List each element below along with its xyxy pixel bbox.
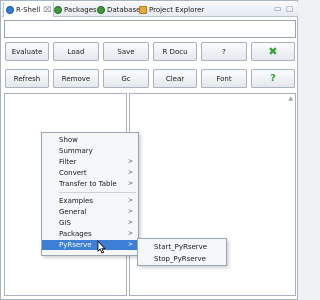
remove-button[interactable]: Remove: [53, 69, 99, 88]
pointer-cursor-icon: [97, 240, 106, 254]
minimize-icon[interactable]: ▭: [274, 5, 282, 13]
font-button[interactable]: Font: [201, 69, 247, 88]
submenu-arrow-icon: >: [127, 180, 133, 187]
refresh-button[interactable]: Refresh: [5, 69, 49, 88]
packages-icon: [54, 5, 62, 14]
menu-item-transfer-to-table[interactable]: Transfer to Table >: [42, 179, 138, 189]
maximize-icon[interactable]: ▢: [286, 5, 294, 13]
gc-button[interactable]: Gc: [103, 69, 149, 88]
r-shell-view: R-Shell ⌧ Packages Database Project Expl…: [0, 0, 298, 300]
r-command-input[interactable]: [4, 20, 296, 38]
menu-separator: [59, 192, 136, 193]
menu-item-summary[interactable]: Summary: [42, 146, 138, 156]
project-explorer-icon: [139, 5, 147, 14]
r-shell-icon: [6, 5, 14, 14]
help-text-button[interactable]: ?: [201, 42, 247, 61]
tab-label: R-Shell: [16, 5, 41, 14]
submenu-arrow-icon: >: [127, 158, 133, 165]
scroll-up-icon[interactable]: ▲: [288, 95, 293, 102]
tab-database[interactable]: Database: [97, 2, 140, 17]
menu-item-filter[interactable]: Filter >: [42, 157, 138, 167]
menu-item-show[interactable]: Show: [42, 135, 138, 145]
menu-item-packages[interactable]: Packages >: [42, 229, 138, 239]
x-icon: ✖: [268, 45, 278, 58]
tab-project-explorer[interactable]: Project Explorer: [139, 2, 204, 17]
clear-button[interactable]: Clear: [153, 69, 197, 88]
tab-label: Packages: [64, 5, 97, 14]
close-icon[interactable]: ⌧: [43, 6, 51, 14]
submenu-arrow-icon: >: [127, 241, 133, 248]
tab-label: Project Explorer: [149, 5, 205, 14]
save-button[interactable]: Save: [103, 42, 149, 61]
load-button[interactable]: Load: [53, 42, 99, 61]
tab-label: Database: [107, 5, 141, 14]
view-tab-bar: R-Shell ⌧ Packages Database Project Expl…: [2, 2, 298, 17]
menu-item-stop-pyrserve[interactable]: Stop_PyRserve: [138, 253, 226, 264]
menu-item-examples[interactable]: Examples >: [42, 196, 138, 206]
help-icon: ?: [270, 72, 276, 84]
context-menu: Show Summary Filter > Convert > Transfer t…: [41, 132, 139, 256]
menu-item-pyrserve[interactable]: PyRserve >: [42, 240, 138, 250]
database-icon: [97, 5, 105, 14]
clear-all-button[interactable]: ✖: [251, 42, 295, 61]
submenu-arrow-icon: >: [127, 208, 133, 215]
submenu-arrow-icon: >: [127, 219, 133, 226]
submenu-arrow-icon: >: [127, 197, 133, 204]
menu-item-general[interactable]: General >: [42, 207, 138, 217]
help-button[interactable]: ?: [251, 69, 295, 88]
tab-r-shell[interactable]: R-Shell ⌧: [3, 2, 55, 17]
menu-item-convert[interactable]: Convert >: [42, 168, 138, 178]
submenu-arrow-icon: >: [127, 169, 133, 176]
evaluate-button[interactable]: Evaluate: [5, 42, 49, 61]
menu-item-start-pyrserve[interactable]: Start_PyRserve: [138, 241, 226, 252]
tab-packages[interactable]: Packages: [54, 2, 97, 17]
pyrserve-submenu: Start_PyRserve Stop_PyRserve: [137, 238, 227, 266]
submenu-arrow-icon: >: [127, 230, 133, 237]
menu-item-gis[interactable]: GIS >: [42, 218, 138, 228]
r-docu-button[interactable]: R Docu: [153, 42, 197, 61]
